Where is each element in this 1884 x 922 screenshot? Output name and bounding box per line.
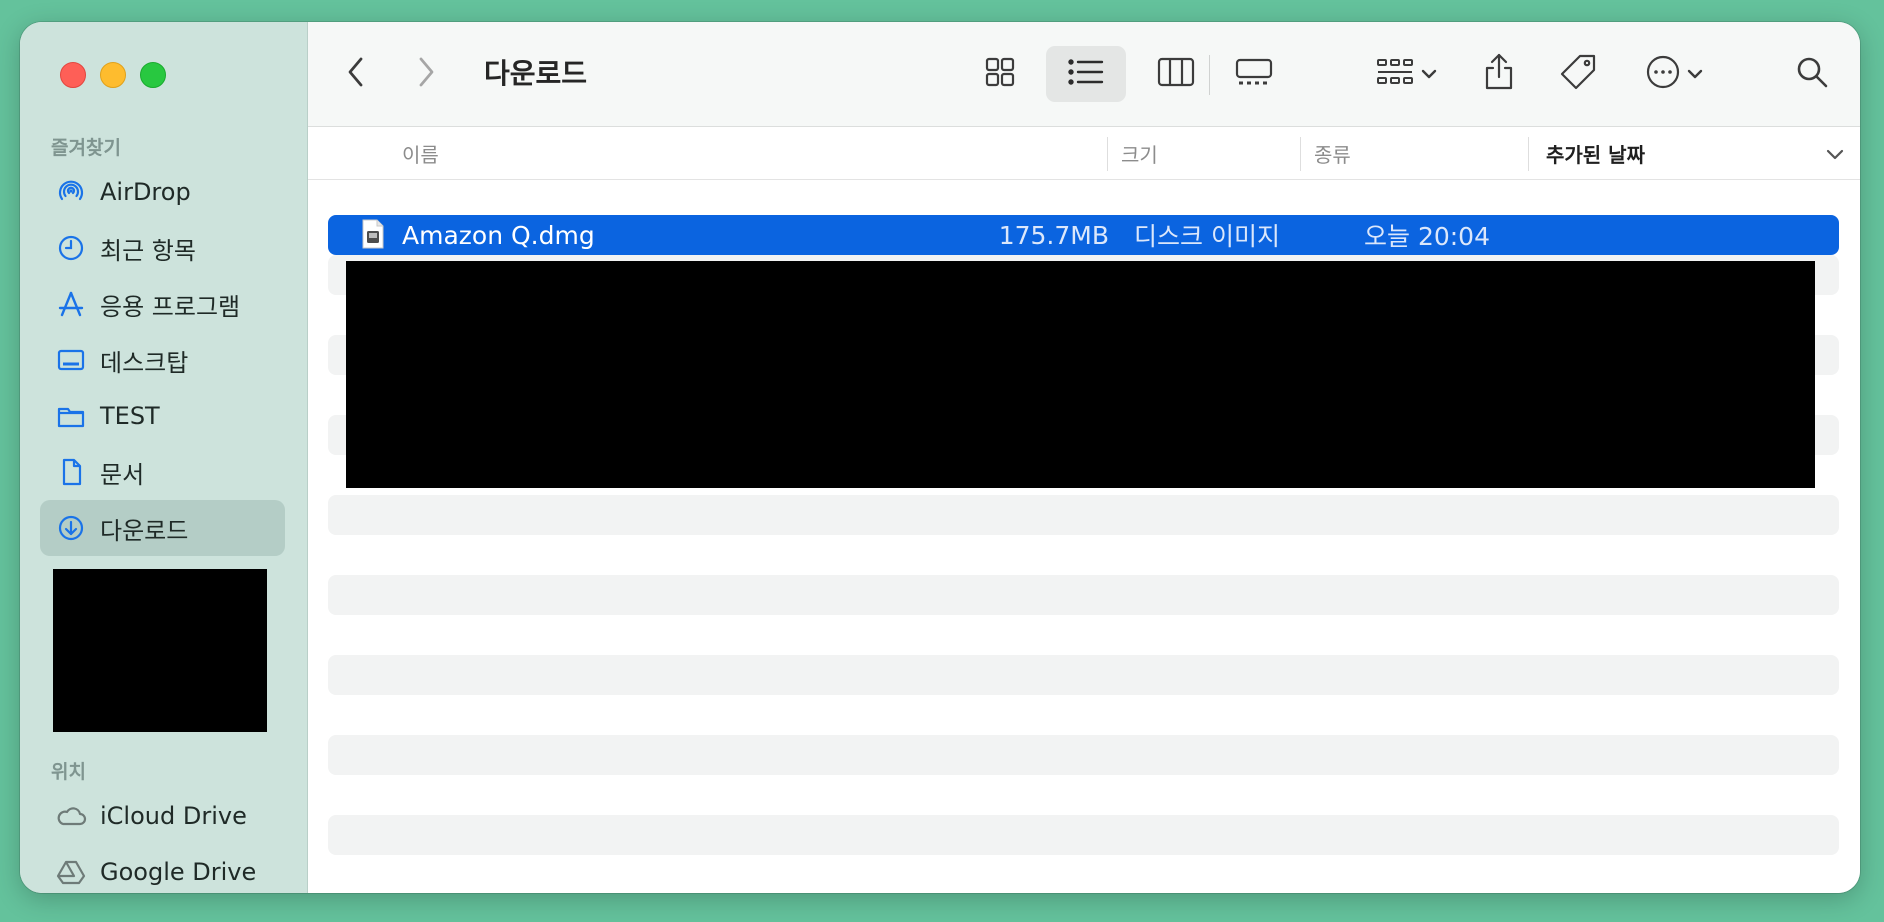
chevron-right-icon (415, 56, 437, 92)
sidebar-item-desktop[interactable]: 데스크탑 (40, 332, 285, 388)
sidebar-item-icloud-drive[interactable]: iCloud Drive (40, 788, 285, 844)
sidebar-item-label: 데스크탑 (100, 348, 189, 377)
sidebar-item-label: iCloud Drive (100, 802, 247, 830)
favorites-section-title: 즐겨찾기 (51, 137, 121, 159)
document-icon (54, 455, 88, 489)
file-name: Amazon Q.dmg (402, 220, 595, 250)
applications-icon (54, 287, 88, 321)
empty-row (328, 735, 1839, 775)
disk-image-file-icon (362, 219, 384, 249)
tag-icon (1559, 53, 1597, 95)
column-name[interactable]: 이름 (402, 127, 439, 179)
column-separator[interactable] (1107, 137, 1108, 171)
sidebar-item-airdrop[interactable]: AirDrop (40, 164, 285, 220)
finder-window: 즐겨찾기 AirDrop 최근 항목 응용 프로그램 데스크탑 TEST 문서 … (20, 22, 1860, 893)
sidebar-item-label: 최근 항목 (100, 236, 196, 265)
google-drive-icon (54, 855, 88, 889)
toolbar: 다운로드 (308, 22, 1860, 127)
airdrop-icon (54, 175, 88, 209)
column-separator[interactable] (1300, 137, 1301, 171)
empty-row (328, 655, 1839, 695)
share-button[interactable] (1474, 44, 1524, 104)
column-kind[interactable]: 종류 (1314, 127, 1351, 179)
sidebar-item-google-drive[interactable]: Google Drive (40, 844, 285, 893)
file-kind: 디스크 이미지 (1134, 222, 1280, 251)
ellipsis-circle-icon (1645, 54, 1681, 94)
redacted-area (346, 261, 1815, 488)
gallery-view-button[interactable] (1224, 46, 1284, 102)
column-view-button[interactable] (1146, 46, 1206, 102)
chevron-left-icon (345, 56, 367, 92)
gallery-icon (1234, 56, 1274, 92)
folder-icon (54, 399, 88, 433)
sidebar-item-label: AirDrop (100, 178, 191, 206)
sidebar: 즐겨찾기 AirDrop 최근 항목 응용 프로그램 데스크탑 TEST 문서 … (20, 22, 308, 893)
group-by-button[interactable] (1366, 46, 1446, 102)
icloud-icon (54, 799, 88, 833)
share-icon (1483, 52, 1515, 96)
empty-row (328, 575, 1839, 615)
maximize-window-button[interactable] (140, 62, 166, 88)
toolbar-divider (1209, 55, 1210, 95)
empty-row (328, 495, 1839, 535)
forward-button[interactable] (404, 52, 448, 96)
chevron-down-icon (1826, 141, 1844, 165)
columns-icon (1157, 56, 1195, 92)
column-separator[interactable] (1528, 137, 1529, 171)
file-row-selected[interactable]: Amazon Q.dmg 175.7MB 디스크 이미지 오늘 20:04 (328, 215, 1839, 255)
list-icon (1068, 57, 1104, 91)
locations-section-title: 위치 (51, 761, 86, 783)
redacted-area (53, 569, 267, 732)
grid-icon (984, 56, 1016, 92)
group-icon (1375, 56, 1415, 92)
chevron-down-icon (1421, 65, 1437, 84)
sidebar-item-label: 문서 (100, 460, 145, 489)
desktop-icon (54, 343, 88, 377)
list-view-button[interactable] (1046, 46, 1126, 102)
close-window-button[interactable] (60, 62, 86, 88)
sidebar-item-label: TEST (100, 402, 160, 430)
window-title: 다운로드 (484, 57, 588, 90)
column-size[interactable]: 크기 (1121, 127, 1158, 179)
empty-row (328, 815, 1839, 855)
file-size: 175.7MB (998, 220, 1109, 250)
sidebar-item-label: Google Drive (100, 858, 257, 886)
search-icon (1795, 55, 1829, 93)
sidebar-item-label: 다운로드 (100, 516, 189, 545)
minimize-window-button[interactable] (100, 62, 126, 88)
file-list: Amazon Q.dmg 175.7MB 디스크 이미지 오늘 20:04 (308, 180, 1860, 893)
column-date-added[interactable]: 추가된 날짜 (1546, 127, 1645, 179)
more-actions-button[interactable] (1634, 46, 1714, 102)
sort-direction-control[interactable] (1826, 127, 1844, 179)
search-button[interactable] (1786, 48, 1838, 100)
sidebar-item-recents[interactable]: 최근 항목 (40, 220, 285, 276)
column-header: 이름 크기 종류 추가된 날짜 (308, 127, 1860, 180)
chevron-down-icon (1687, 65, 1703, 84)
sidebar-item-applications[interactable]: 응용 프로그램 (40, 276, 285, 332)
tags-button[interactable] (1550, 46, 1606, 102)
download-icon (54, 511, 88, 545)
back-button[interactable] (334, 52, 378, 96)
clock-icon (54, 231, 88, 265)
sidebar-item-test-folder[interactable]: TEST (40, 388, 285, 444)
sidebar-item-documents[interactable]: 문서 (40, 444, 285, 500)
sidebar-item-downloads[interactable]: 다운로드 (40, 500, 285, 556)
file-date-added: 오늘 20:04 (1364, 222, 1490, 251)
sidebar-item-label: 응용 프로그램 (100, 292, 241, 321)
icon-view-button[interactable] (972, 46, 1028, 102)
